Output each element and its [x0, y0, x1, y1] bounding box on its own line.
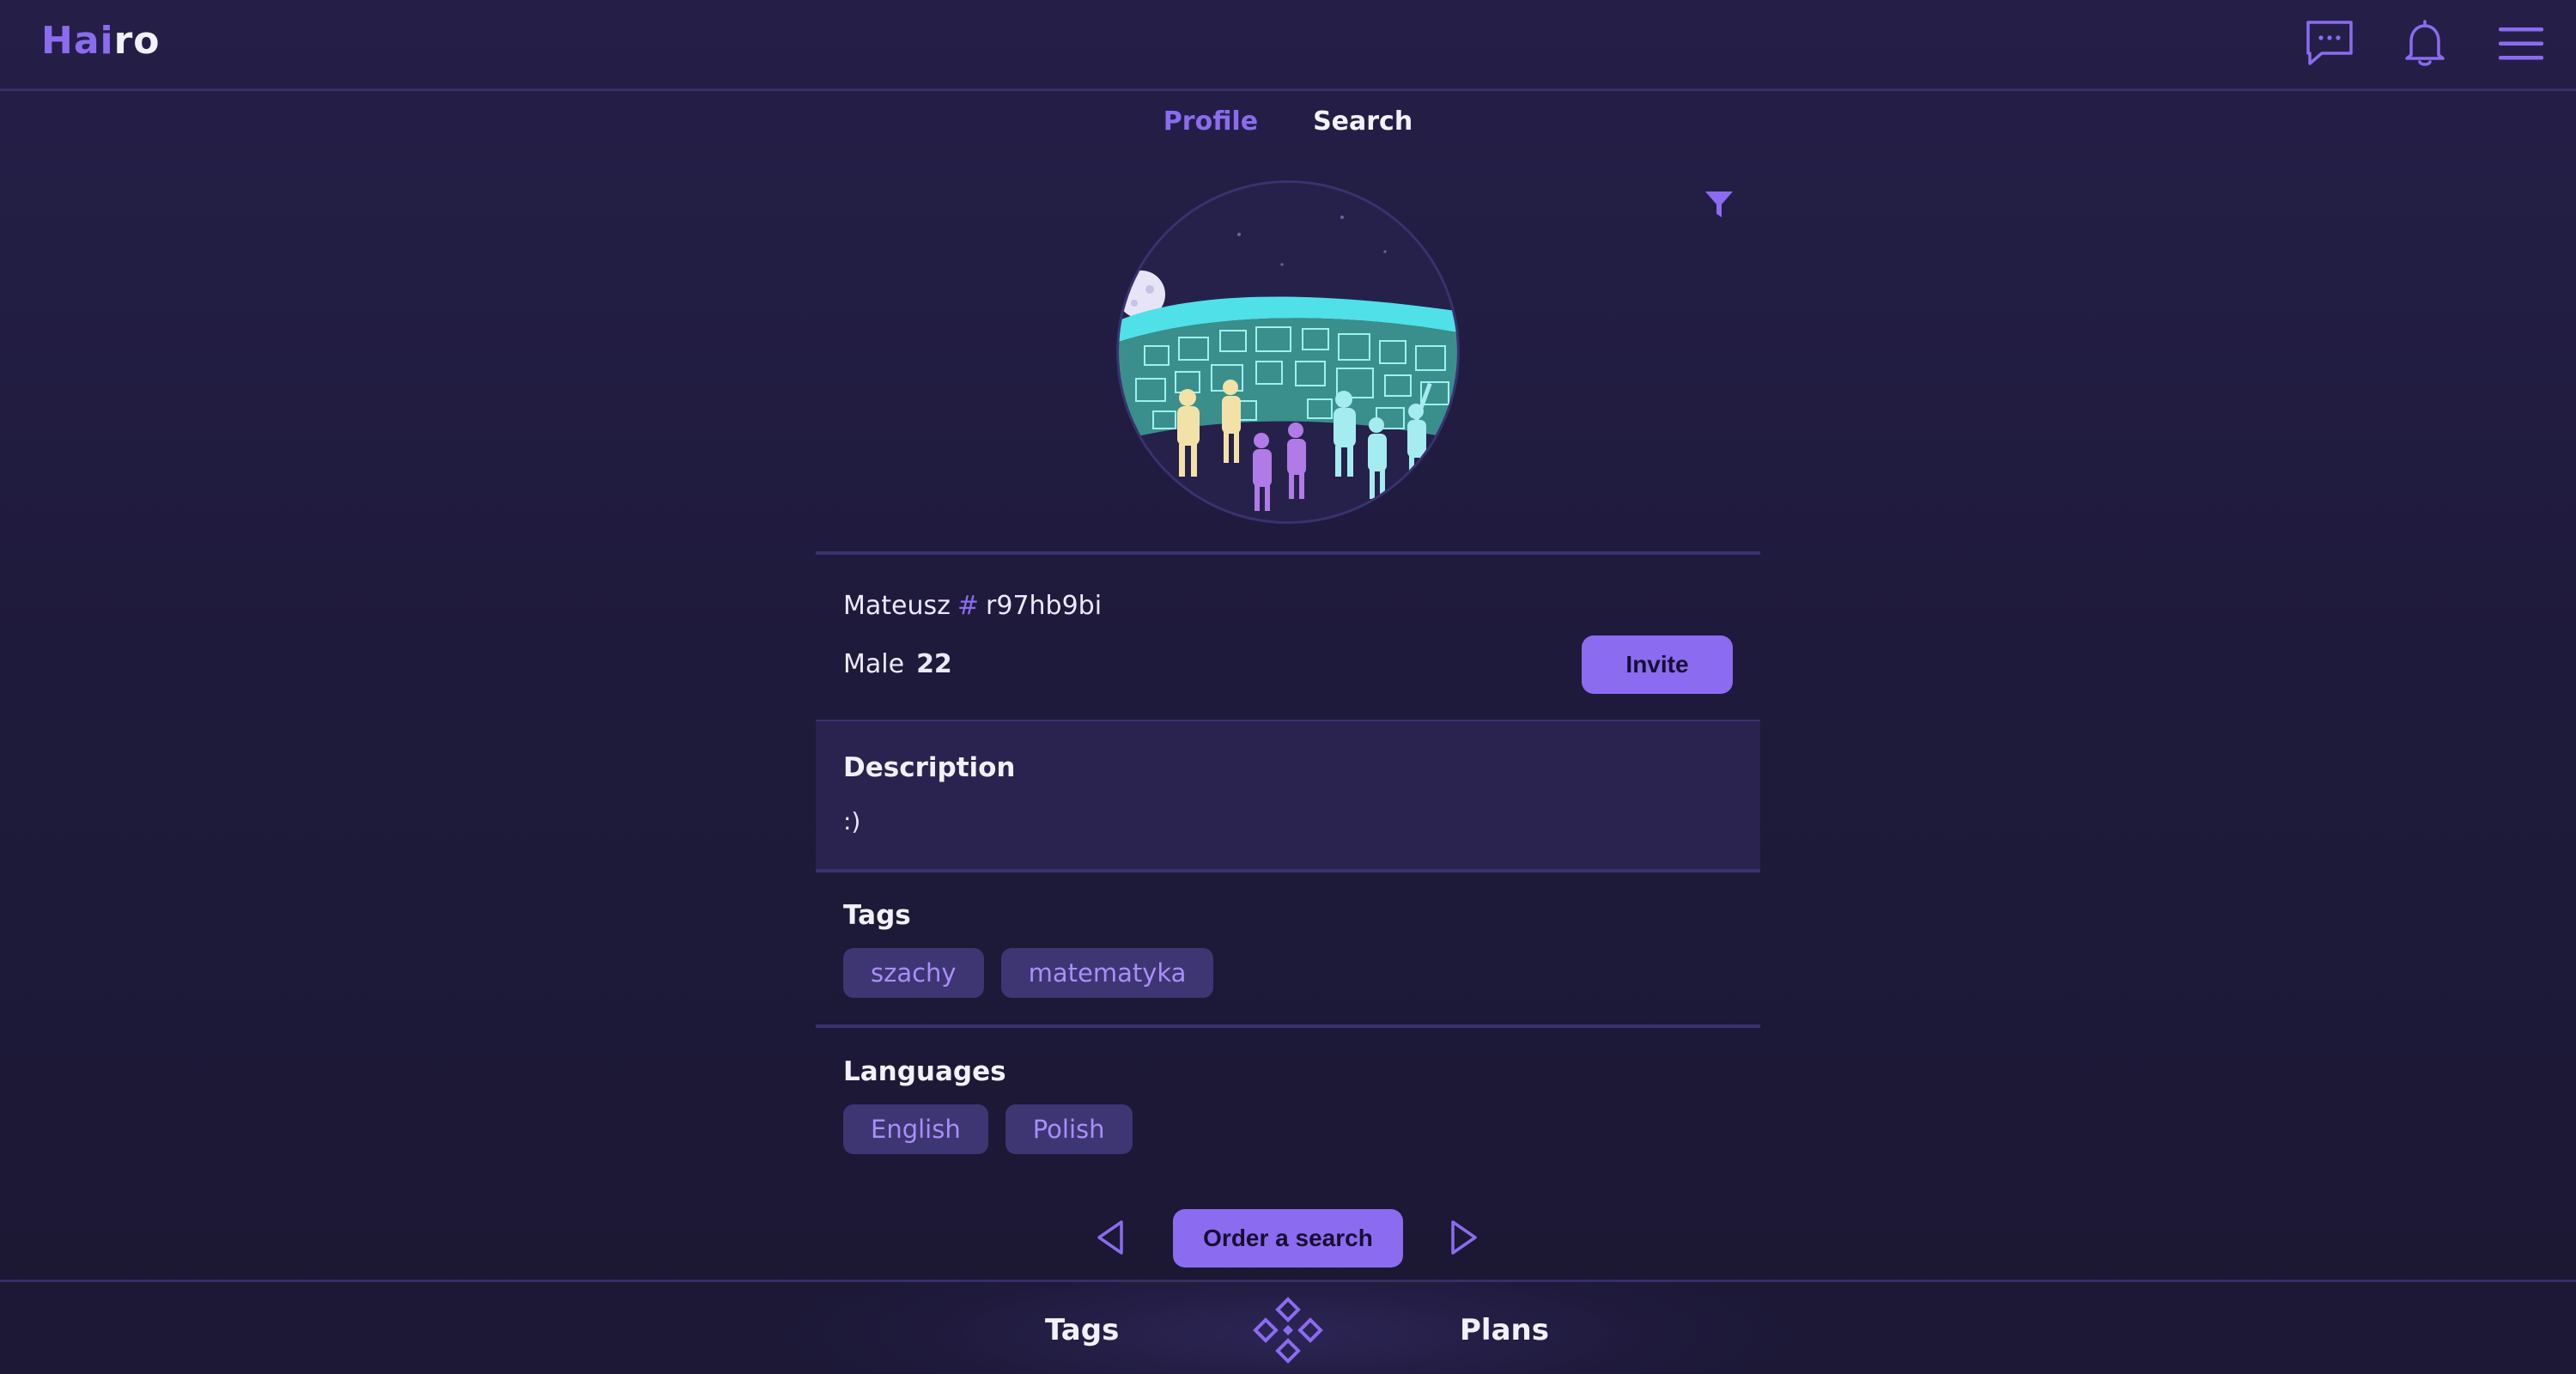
description-bottom-divider [816, 869, 1760, 872]
language-chip: English [843, 1104, 988, 1154]
order-search-button[interactable]: Order a search [1173, 1209, 1403, 1268]
diamond-logo-icon[interactable] [1252, 1296, 1324, 1368]
profile-gender: Male [843, 649, 905, 679]
tag-chip: matematyka [1000, 948, 1214, 998]
profile-identity: Mateusz # r97hb9bi [843, 591, 1102, 621]
bell-icon[interactable] [2404, 19, 2445, 67]
previous-arrow-icon[interactable] [1096, 1219, 1125, 1259]
bottom-nav-tags[interactable]: Tags [1045, 1313, 1119, 1347]
bottom-nav-plans[interactable]: Plans [1460, 1313, 1549, 1347]
avatar [1116, 180, 1460, 524]
hash-symbol: # [957, 591, 980, 621]
chat-icon[interactable] [2305, 19, 2354, 67]
logo-rest: ro [113, 19, 161, 63]
card-top-divider [816, 551, 1760, 555]
profile-age: 22 [916, 649, 952, 679]
profile-gender-age: Male 22 [843, 649, 952, 679]
tag-chip: szachy [843, 948, 984, 998]
description-title: Description [843, 752, 1016, 783]
description-panel [816, 721, 1760, 871]
app-header: Hairo [0, 0, 2576, 91]
logo-accent: Hai [41, 19, 114, 63]
tab-profile[interactable]: Profile [1163, 106, 1258, 137]
filter-icon[interactable] [1704, 189, 1735, 223]
description-text: :) [843, 807, 861, 836]
language-chip: Polish [1005, 1104, 1133, 1154]
languages-title: Languages [843, 1056, 1006, 1087]
next-arrow-icon[interactable] [1449, 1219, 1479, 1259]
profile-id: r97hb9bi [986, 591, 1103, 621]
invite-button[interactable]: Invite [1582, 635, 1733, 694]
tab-search[interactable]: Search [1313, 106, 1413, 137]
profile-name: Mateusz [843, 591, 951, 621]
bottom-navigation: Tags Plans [0, 1280, 2576, 1374]
tags-list: szachy matematyka [843, 948, 1214, 998]
tags-bottom-divider [816, 1024, 1760, 1028]
menu-icon[interactable] [2499, 26, 2543, 62]
tags-title: Tags [843, 900, 911, 931]
app-logo[interactable]: Hairo [41, 19, 161, 63]
profile-search-tabs: Profile Search [0, 106, 2576, 137]
languages-list: English Polish [843, 1104, 1133, 1154]
